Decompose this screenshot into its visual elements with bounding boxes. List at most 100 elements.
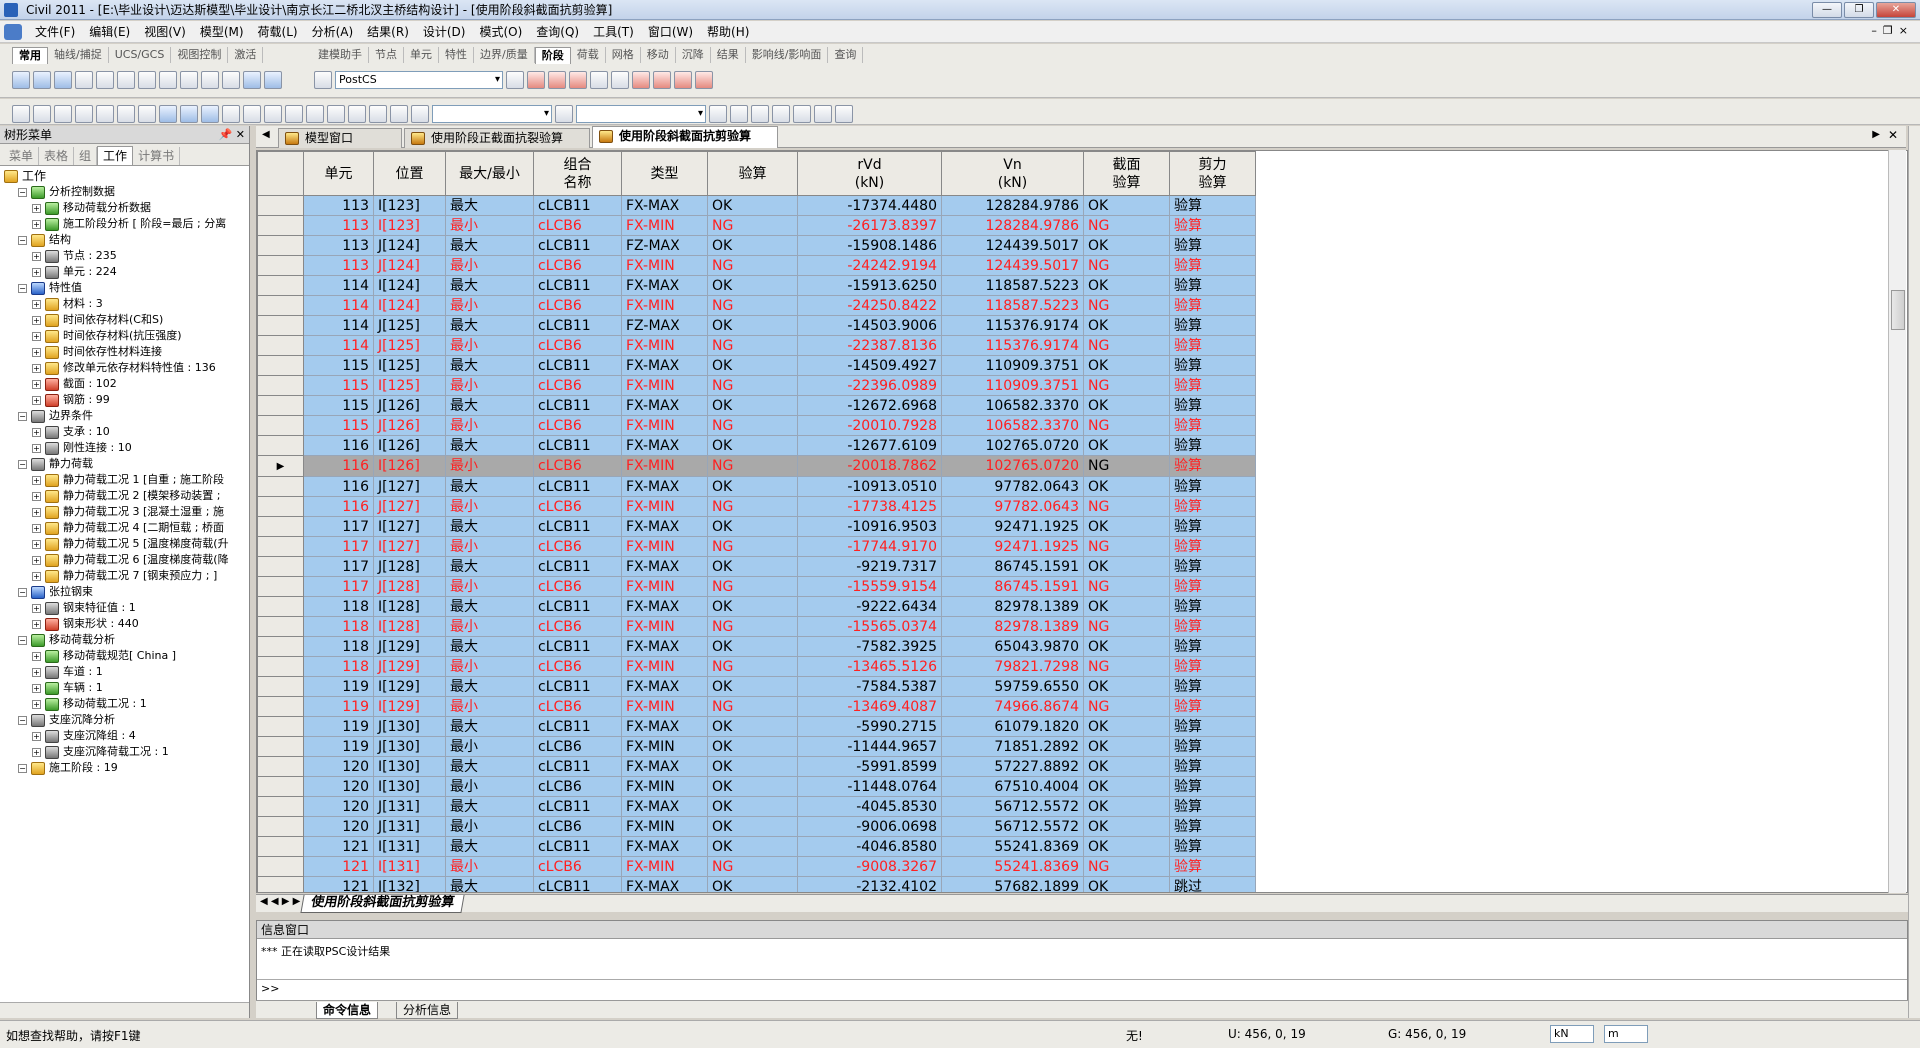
tree-item[interactable]: + 施工阶段分析 [ 阶段=最后 ; 分离 <box>32 216 226 232</box>
tree-expander-icon[interactable]: + <box>32 603 41 613</box>
table-cell[interactable]: -9222.6434 <box>797 596 942 617</box>
table-cell[interactable]: -14503.9006 <box>797 315 942 336</box>
table-cell[interactable]: OK <box>707 235 798 256</box>
tree-item[interactable]: + 刚性连接 : 10 <box>32 440 132 456</box>
table-cell[interactable]: FX-MAX <box>621 596 708 617</box>
table-cell[interactable]: 最小 <box>445 455 534 477</box>
table-cell[interactable]: cLCB11 <box>533 235 622 256</box>
table-cell[interactable]: NG <box>1083 215 1170 236</box>
table-cell[interactable]: J[124] <box>373 235 446 256</box>
table-cell[interactable]: OK <box>1083 636 1170 657</box>
table-cell[interactable]: FX-MAX <box>621 395 708 416</box>
table-cell[interactable]: NG <box>1083 375 1170 396</box>
table-row[interactable]: 114 J[125] 最小 cLCB6 FX-MIN NG -22387.8136 11537… <box>257 335 1256 356</box>
row-header[interactable] <box>257 616 304 637</box>
table-row[interactable]: 117 J[128] 最小 cLCB6 FX-MIN NG -15559.9154 86745… <box>257 576 1256 597</box>
table-cell[interactable]: FX-MIN <box>621 455 708 477</box>
menu-mode[interactable]: 模式(O) <box>472 21 529 43</box>
window-select-icon[interactable] <box>54 71 72 89</box>
table-cell[interactable]: 59759.6550 <box>941 676 1084 697</box>
tree-expander-icon[interactable]: + <box>32 203 41 213</box>
table-cell[interactable]: 最小 <box>445 656 534 677</box>
tree-item[interactable]: + 单元 : 224 <box>32 264 117 280</box>
light-icon[interactable] <box>411 105 429 123</box>
table-cell[interactable]: cLCB11 <box>533 676 622 697</box>
table-cell[interactable]: cLCB6 <box>533 255 622 276</box>
row-header[interactable] <box>257 656 304 677</box>
row-header[interactable] <box>257 796 304 817</box>
table-cell[interactable]: 最小 <box>445 536 534 557</box>
hidden-icon[interactable] <box>201 71 219 89</box>
tree-item[interactable]: − 边界条件 <box>18 408 93 424</box>
view5-icon[interactable] <box>306 105 324 123</box>
table-cell[interactable]: 118587.5223 <box>941 295 1084 316</box>
table-cell[interactable]: FX-MAX <box>621 556 708 577</box>
tool-a-icon[interactable] <box>709 105 727 123</box>
table-cell[interactable]: 最大 <box>445 716 534 737</box>
menu-help[interactable]: 帮助(H) <box>700 21 756 43</box>
table-cell[interactable]: J[128] <box>373 556 446 577</box>
col-header[interactable]: 单元 <box>303 151 374 196</box>
table-cell[interactable]: 121 <box>303 836 374 857</box>
menu-results[interactable]: 结果(R) <box>360 21 416 43</box>
table-cell[interactable]: I[124] <box>373 295 446 316</box>
table-cell[interactable]: cLCB11 <box>533 636 622 657</box>
tree-item[interactable]: − 张拉钢束 <box>18 584 93 600</box>
table-cell[interactable]: 120 <box>303 816 374 837</box>
table-cell[interactable]: -13469.4087 <box>797 696 942 717</box>
tree-item[interactable]: + 钢筋 : 99 <box>32 392 110 408</box>
ribbon-tab-axis[interactable]: 轴线/捕捉 <box>48 47 109 63</box>
table-cell[interactable]: FX-MIN <box>621 215 708 236</box>
table-cell[interactable]: -15559.9154 <box>797 576 942 597</box>
tree-item[interactable]: + 支座沉降组 : 4 <box>32 728 136 744</box>
table-cell[interactable]: 最大 <box>445 275 534 296</box>
table-cell[interactable]: FX-MIN <box>621 616 708 637</box>
table-cell[interactable]: cLCB6 <box>533 656 622 677</box>
table-cell[interactable]: 最小 <box>445 255 534 276</box>
table-cell[interactable]: -15913.6250 <box>797 275 942 296</box>
stage-end-icon[interactable] <box>695 71 713 89</box>
table-cell[interactable]: 最大 <box>445 636 534 657</box>
tree-expander-icon[interactable]: + <box>32 331 41 341</box>
table-cell[interactable]: OK <box>707 796 798 817</box>
table-cell[interactable]: -17374.4480 <box>797 195 942 216</box>
table-cell[interactable]: 验算 <box>1169 255 1256 276</box>
table-cell[interactable]: 验算 <box>1169 335 1256 356</box>
table-cell[interactable]: FX-MIN <box>621 816 708 837</box>
tree-expander-icon[interactable]: + <box>32 475 41 485</box>
iso-view-icon[interactable] <box>117 71 135 89</box>
row-header[interactable] <box>257 776 304 797</box>
table-cell[interactable]: FX-MIN <box>621 856 708 877</box>
table-cell[interactable]: cLCB6 <box>533 375 622 396</box>
tree-tab-report[interactable]: 计算书 <box>133 147 181 165</box>
table-cell[interactable]: 验算 <box>1169 315 1256 336</box>
table-cell[interactable]: OK <box>1083 195 1170 216</box>
tree-expander-icon[interactable]: + <box>32 555 41 565</box>
table-row[interactable]: 120 J[131] 最小 cLCB6 FX-MIN OK -9006.0698 56712.… <box>257 816 1256 837</box>
tree-expander-icon[interactable]: + <box>32 251 41 261</box>
row-header[interactable] <box>257 576 304 597</box>
table-cell[interactable]: -22396.0989 <box>797 375 942 396</box>
table-row[interactable]: ▶ 116 I[126] 最小 cLCB6 FX-MIN NG -20018.7862 1027… <box>257 455 1256 477</box>
table-cell[interactable]: 最大 <box>445 235 534 256</box>
table-cell[interactable]: FX-MIN <box>621 536 708 557</box>
table-cell[interactable]: OK <box>1083 836 1170 857</box>
table-row[interactable]: 120 I[130] 最大 cLCB11 FX-MAX OK -5991.8599 57227… <box>257 756 1256 777</box>
table-cell[interactable]: 128284.9786 <box>941 215 1084 236</box>
table-cell[interactable]: -11444.9657 <box>797 736 942 757</box>
table-cell[interactable]: 最小 <box>445 736 534 757</box>
table-cell[interactable]: 验算 <box>1169 395 1256 416</box>
tree-icon[interactable] <box>159 105 177 123</box>
stage-define-icon[interactable] <box>527 71 545 89</box>
ribbon-tab-common[interactable]: 常用 <box>12 46 48 64</box>
stage-load-icon[interactable] <box>590 71 608 89</box>
table-cell[interactable]: NG <box>707 415 798 436</box>
table-row[interactable]: 119 I[129] 最小 cLCB6 FX-MIN NG -13469.4087 74966… <box>257 696 1256 717</box>
table-cell[interactable]: OK <box>707 736 798 757</box>
table-cell[interactable]: I[129] <box>373 696 446 717</box>
snap-icon[interactable] <box>264 71 282 89</box>
table-cell[interactable]: NG <box>1083 536 1170 557</box>
menu-model[interactable]: 模型(M) <box>193 21 251 43</box>
table-cell[interactable]: NG <box>707 576 798 597</box>
table-cell[interactable]: -15565.0374 <box>797 616 942 637</box>
